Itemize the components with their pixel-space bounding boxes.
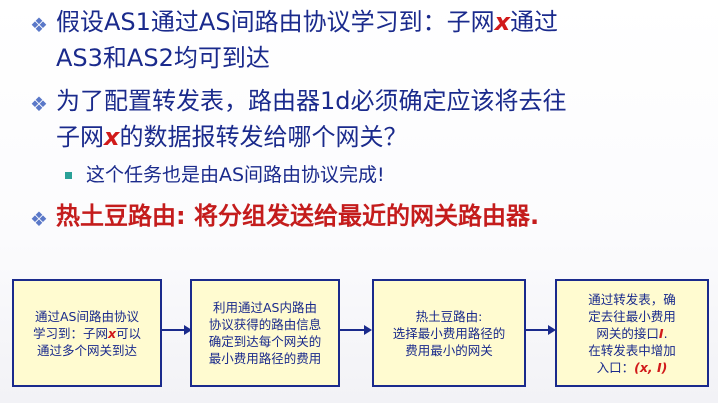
box-3-line-1: 热土豆路由:	[415, 308, 483, 324]
subnet-x: x	[107, 325, 117, 341]
hot-potato-text: 将分组发送给最近的网关路由器.	[185, 202, 540, 230]
box-1-line-3: 通过多个网关到达	[36, 342, 137, 358]
box-4-line-2: 定去往最小费用	[588, 308, 676, 324]
box-1-line-2b: 可以	[116, 325, 142, 341]
entry-x-i: (x, I)	[634, 359, 668, 375]
box-2-line-4: 最小费用路径的费用	[208, 351, 322, 366]
bullet-2-text-a: 子网	[56, 123, 104, 151]
bullet-2-text-b: 的数据报转发给哪个网关？	[119, 123, 408, 151]
flow-box-forwarding-table: 通过转发表，确 定去往最小费用 网关的接口I. 在转发表中增加 入口：(x, I…	[555, 279, 709, 387]
box-4-line-3a: 网关的接口	[596, 325, 659, 341]
box-1-line-1: 通过AS间路由协议	[34, 308, 139, 324]
hot-potato-label: 热土豆路由:	[56, 202, 186, 230]
flow-box-learn: 通过AS间路由协议 学习到：子网x可以 通过多个网关到达	[12, 279, 162, 387]
diamond-bullet-icon: ❖	[30, 92, 48, 116]
box-4-line-1: 通过转发表，确	[588, 291, 676, 307]
bullet-2-line-1: 为了配置转发表，路由器1d必须确定应该将去往	[56, 87, 567, 115]
bullet-1-text-a: 假设AS1通过AS间路由协议学习到：子网	[56, 8, 495, 36]
arrow-icon	[162, 325, 192, 335]
box-4-line-3b: .	[663, 325, 668, 341]
box-2-line-1: 利用通过AS内路由	[212, 300, 317, 315]
bullet-1-text-b: 通过	[510, 8, 559, 36]
bullet-hot-potato: ❖ 热土豆路由: 将分组发送给最近的网关路由器.	[30, 198, 539, 234]
flow-box-hot-potato: 热土豆路由: 选择最小费用路径的 费用最小的网关	[372, 279, 526, 387]
subnet-x: x	[494, 8, 511, 36]
diamond-bullet-icon: ❖	[30, 207, 48, 231]
box-3-line-2: 选择最小费用路径的	[392, 325, 506, 341]
box-4-line-4: 在转发表中增加	[588, 342, 676, 358]
bullet-2: ❖ 为了配置转发表，路由器1d必须确定应该将去往 子网x的数据报转发给哪个网关？	[30, 83, 567, 155]
arrow-icon	[526, 325, 556, 335]
subnet-x: x	[104, 123, 120, 151]
sub-bullet-text: 这个任务也是由AS间路由协议完成!	[86, 164, 385, 186]
bullet-1: ❖ 假设AS1通过AS间路由协议学习到：子网x通过 AS3和AS2均可到达	[30, 4, 558, 76]
box-3-line-3: 费用最小的网关	[405, 342, 493, 358]
flow-box-intra-as: 利用通过AS内路由 协议获得的路由信息 确定到达每个网关的 最小费用路径的费用	[190, 279, 340, 387]
diamond-bullet-icon: ❖	[30, 13, 48, 37]
arrow-icon	[340, 325, 372, 335]
box-2-line-3: 确定到达每个网关的	[208, 334, 322, 349]
box-2-line-2: 协议获得的路由信息	[208, 317, 322, 332]
sub-bullet: 这个任务也是由AS间路由协议完成!	[65, 161, 385, 189]
square-bullet-icon	[65, 172, 72, 179]
box-4-line-5a: 入口：	[596, 359, 635, 375]
box-1-line-2a: 学习到：子网	[32, 325, 108, 341]
bullet-1-line-2: AS3和AS2均可到达	[56, 44, 270, 72]
